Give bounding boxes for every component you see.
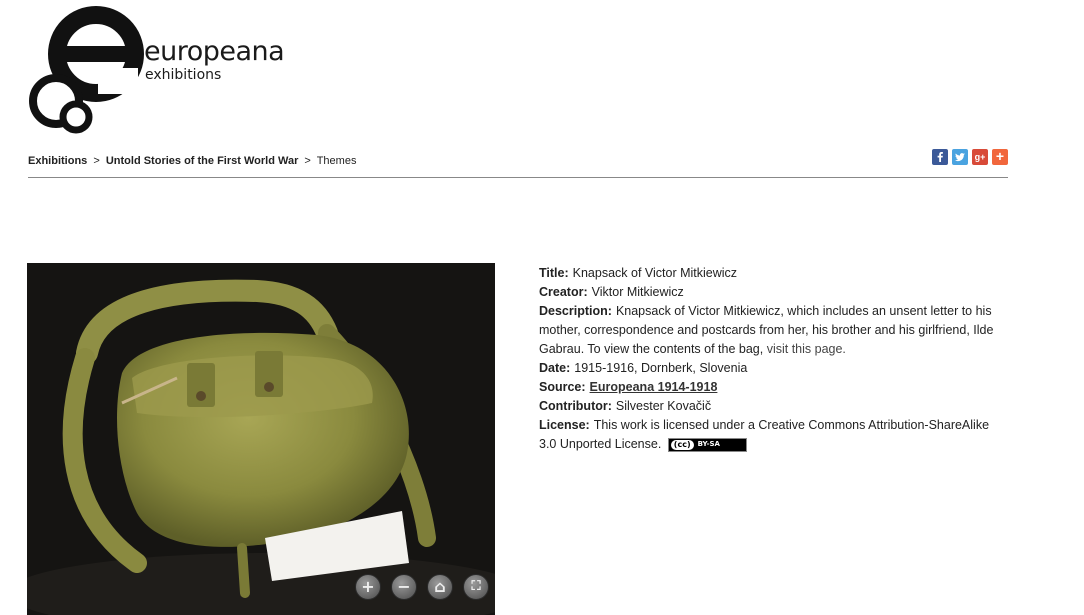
meta-source-label: Source: (539, 380, 586, 394)
knapsack-photo (27, 263, 495, 615)
meta-source-row: Source: Europeana 1914-1918 (539, 378, 1009, 397)
breadcrumb-untold-stories[interactable]: Untold Stories of the First World War (106, 155, 299, 167)
visit-page-link[interactable]: visit this page. (767, 342, 846, 356)
meta-title-value: Knapsack of Victor Mitkiewicz (572, 266, 738, 280)
meta-date-row: Date: 1915-1916, Dornberk, Slovenia (539, 359, 1009, 378)
twitter-icon[interactable] (952, 149, 968, 165)
fullscreen-button[interactable]: ⛶ (463, 574, 489, 600)
meta-contributor-value: Silvester Kovačič (615, 399, 712, 413)
cc-badge-right: BY-SA (697, 440, 720, 449)
header-divider (28, 177, 1008, 178)
meta-creator-value: Viktor Mitkiewicz (591, 285, 684, 299)
logo-subtitle: exhibitions (145, 67, 222, 83)
cc-badge-left: (cc) (670, 439, 694, 450)
breadcrumb: Exhibitions > Untold Stories of the Firs… (28, 155, 356, 167)
add-share-icon[interactable]: + (992, 149, 1008, 165)
source-link[interactable]: Europeana 1914-1918 (590, 380, 718, 394)
breadcrumb-current: Themes (316, 155, 357, 167)
meta-description-row: Description: Knapsack of Victor Mitkiewic… (539, 302, 1009, 359)
breadcrumb-exhibitions[interactable]: Exhibitions (28, 155, 87, 167)
meta-license-row: License: This work is licensed under a Cr… (539, 416, 1009, 454)
meta-title-label: Title: (539, 266, 569, 280)
meta-date-value: 1915-1916, Dornberk, Slovenia (574, 361, 748, 375)
google-plus-icon[interactable]: g+ (972, 149, 988, 165)
meta-contributor-row: Contributor: Silvester Kovačič (539, 397, 1009, 416)
home-button[interactable]: ⌂ (427, 574, 453, 600)
europeana-logo[interactable]: europeana exhibitions (28, 4, 285, 134)
zoom-in-button[interactable]: + (355, 574, 381, 600)
share-bar: g+ + (932, 149, 1008, 165)
meta-license-label: License: (539, 418, 590, 432)
meta-creator-label: Creator: (539, 285, 588, 299)
meta-contributor-label: Contributor: (539, 399, 612, 413)
meta-date-label: Date: (539, 361, 571, 375)
item-metadata: Title: Knapsack of Victor Mitkiewicz Crea… (539, 264, 1009, 454)
meta-license-value: This work is licensed under a Creative C… (539, 418, 990, 451)
zoom-out-button[interactable]: − (391, 574, 417, 600)
breadcrumb-separator: > (304, 155, 311, 167)
meta-description-label: Description: (539, 304, 612, 318)
cc-by-sa-badge[interactable]: (cc) BY-SA (667, 437, 747, 452)
logo-wordmark: europeana (144, 36, 285, 67)
breadcrumb-separator: > (93, 155, 100, 167)
image-viewer[interactable]: + − ⌂ ⛶ (27, 263, 495, 615)
facebook-icon[interactable] (932, 149, 948, 165)
logo-e-icon (29, 6, 144, 134)
meta-creator-row: Creator: Viktor Mitkiewicz (539, 283, 1009, 302)
meta-title-row: Title: Knapsack of Victor Mitkiewicz (539, 264, 1009, 283)
viewer-controls: + − ⌂ ⛶ (355, 574, 489, 600)
